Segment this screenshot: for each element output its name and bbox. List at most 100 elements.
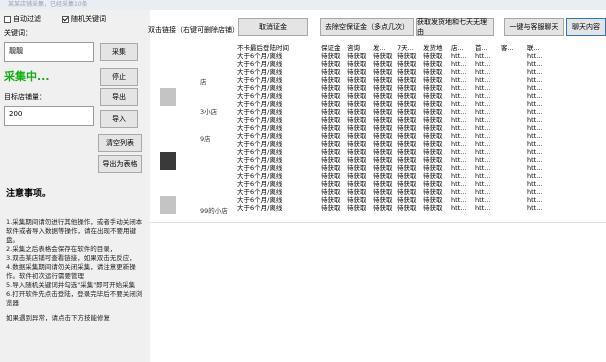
table-cell: 待获取	[373, 68, 393, 76]
table-row[interactable]: 大于6个月/离线 待获取 待获取 待获取 待获取 待获取 htt... htt... htt..…	[150, 76, 552, 84]
remove-deposit-button[interactable]: 取消证金	[238, 18, 308, 36]
table-cell	[150, 172, 236, 180]
table-cell: htt...	[527, 52, 543, 60]
chat-content-button[interactable]: 聊天内容	[566, 18, 606, 36]
table-cell: 待获取	[397, 100, 417, 108]
table-cell: 待获取	[321, 100, 341, 108]
column-header[interactable]: 联...	[526, 42, 552, 52]
table-cell: 待获取	[373, 100, 393, 108]
column-header[interactable]	[150, 42, 236, 52]
column-header[interactable]: 发货地	[422, 42, 450, 52]
table-cell: htt...	[475, 116, 491, 124]
table-cell: 待获取	[373, 156, 393, 164]
table-cell: htt...	[475, 84, 491, 92]
table-cell: htt...	[451, 188, 467, 196]
table-row[interactable]: 大于6个月/离线 待获取 待获取 待获取 待获取 待获取 htt... htt... htt..…	[150, 188, 552, 196]
table-row[interactable]: 大于6个月/离线 待获取 待获取 待获取 待获取 待获取 htt... htt... htt..…	[150, 60, 552, 68]
stop-button[interactable]: 停止	[100, 68, 138, 86]
column-header[interactable]: 咨询	[346, 42, 372, 52]
table-cell: 待获取	[397, 84, 417, 92]
table-cell	[500, 60, 526, 68]
table-cell: htt...	[527, 140, 543, 148]
table-cell: 大于6个月/离线	[237, 148, 283, 156]
one-click-chat-button[interactable]: 一键与客服聊天	[504, 18, 564, 36]
table-row[interactable]: 大于6个月/离线 待获取 待获取 待获取 待获取 待获取 htt... htt... htt..…	[150, 196, 552, 204]
table-cell: htt...	[475, 100, 491, 108]
table-cell: 待获取	[397, 172, 417, 180]
table-row[interactable]: 大于6个月/离线 待获取 待获取 待获取 待获取 待获取 htt... htt... htt..…	[150, 164, 552, 172]
clear-list-button[interactable]: 清空列表	[98, 134, 142, 152]
table-row[interactable]: 大于6个月/离线 待获取 待获取 待获取 待获取 待获取 htt... htt... htt..…	[150, 180, 552, 188]
table-row[interactable]: 大于6个月/离线 待获取 待获取 待获取 待获取 待获取 htt... htt... htt..…	[150, 148, 552, 156]
table-cell: 待获取	[373, 52, 393, 60]
table-row[interactable]: 大于6个月/离线 待获取 待获取 待获取 待获取 待获取 htt... htt... htt..…	[150, 92, 552, 100]
note-item: 如果遇到异常，请点击下方技能修复	[6, 314, 110, 322]
table-cell: 待获取	[423, 76, 443, 84]
table-cell: 待获取	[321, 188, 341, 196]
table-row[interactable]: 大于6个月/离线 待获取 待获取 待获取 待获取 待获取 htt... htt... htt..…	[150, 124, 552, 132]
table-row[interactable]: 大于6个月/离线 待获取 待获取 待获取 待获取 待获取 htt... htt... htt..…	[150, 84, 552, 92]
auto-filter-label: 自动过滤	[13, 15, 41, 23]
column-header[interactable]: 发...	[372, 42, 396, 52]
table-cell: 大于6个月/离线	[237, 116, 283, 124]
auto-filter-checkbox[interactable]: 自动过滤	[4, 14, 41, 24]
column-header[interactable]: 首...	[474, 42, 500, 52]
export-button[interactable]: 导出	[100, 88, 138, 106]
table-cell: 待获取	[373, 196, 393, 204]
table-row[interactable]: 大于6个月/离线 待获取 待获取 待获取 待获取 待获取 htt... htt... htt..…	[150, 116, 552, 124]
table-row[interactable]: 大于6个月/离线 待获取 待获取 待获取 待获取 待获取 htt... htt... htt..…	[150, 172, 552, 180]
table-cell: htt...	[475, 92, 491, 100]
table-cell: 待获取	[423, 180, 443, 188]
table-cell: 待获取	[423, 100, 443, 108]
table-row[interactable]: 大于6个月/离线 待获取 待获取 待获取 待获取 待获取 htt... htt... htt..…	[150, 156, 552, 164]
table-cell	[500, 132, 526, 140]
table-cell: 待获取	[423, 108, 443, 116]
table-cell: 待获取	[347, 148, 367, 156]
table-cell: 大于6个月/离线	[237, 60, 283, 68]
column-header[interactable]: 不卡最后登陆时间	[236, 42, 320, 52]
random-keyword-checkbox[interactable]: 随机关键词	[62, 14, 106, 24]
column-header[interactable]: 保证金	[320, 42, 346, 52]
table-cell: 待获取	[321, 124, 341, 132]
auto-filter-box[interactable]	[4, 15, 11, 23]
table-cell	[500, 196, 526, 204]
target-count-input[interactable]: 200	[4, 106, 94, 126]
table-cell	[150, 140, 236, 148]
shop-thumbnail	[160, 196, 176, 214]
remove-empty-deposit-button[interactable]: 去除空保证金（多点几次）	[320, 18, 414, 36]
table-cell: htt...	[527, 100, 543, 108]
table-cell: 待获取	[373, 116, 393, 124]
table-cell: htt...	[527, 116, 543, 124]
table-cell	[500, 52, 526, 60]
note-item: 3.双击某店铺可查看链接，如果双击无反应，	[6, 254, 136, 262]
column-header[interactable]: 客...	[500, 42, 526, 52]
table-cell	[500, 148, 526, 156]
note-item: 6.打开软件先点击登陆，登录完毕后不要关闭浏览器	[6, 290, 143, 307]
table-row[interactable]: 大于6个月/离线 待获取 待获取 待获取 待获取 待获取 htt... htt... htt..…	[150, 52, 552, 60]
column-header[interactable]: 7天...	[396, 42, 422, 52]
collect-button[interactable]: 采集	[100, 43, 138, 61]
get-shipping-button[interactable]: 获取发货地和七天无理由	[416, 18, 494, 36]
table-cell: 待获取	[423, 124, 443, 132]
import-button[interactable]: 导入	[100, 110, 138, 128]
keyword-input[interactable]: 靓靓	[4, 42, 94, 62]
column-header[interactable]: 店...	[450, 42, 474, 52]
table-cell: 待获取	[321, 164, 341, 172]
table-row[interactable]: 大于6个月/离线 待获取 待获取 待获取 待获取 待获取 htt... htt... htt..…	[150, 68, 552, 76]
table-cell: htt...	[527, 84, 543, 92]
table-cell	[500, 172, 526, 180]
table-cell: 待获取	[397, 116, 417, 124]
table-cell	[150, 132, 236, 140]
export-table-button[interactable]: 导出为表格	[98, 155, 142, 173]
table-cell: 待获取	[373, 172, 393, 180]
table-cell: 待获取	[347, 196, 367, 204]
table-cell	[150, 116, 236, 124]
table-cell: 待获取	[347, 100, 367, 108]
table-cell: 待获取	[423, 132, 443, 140]
table-cell: htt...	[527, 148, 543, 156]
double-click-hint: 双击链接（右键可删除店铺）	[148, 26, 239, 34]
table-cell: 待获取	[321, 148, 341, 156]
random-keyword-box[interactable]	[62, 15, 69, 23]
table-cell: 待获取	[347, 76, 367, 84]
table-cell: htt...	[475, 196, 491, 204]
